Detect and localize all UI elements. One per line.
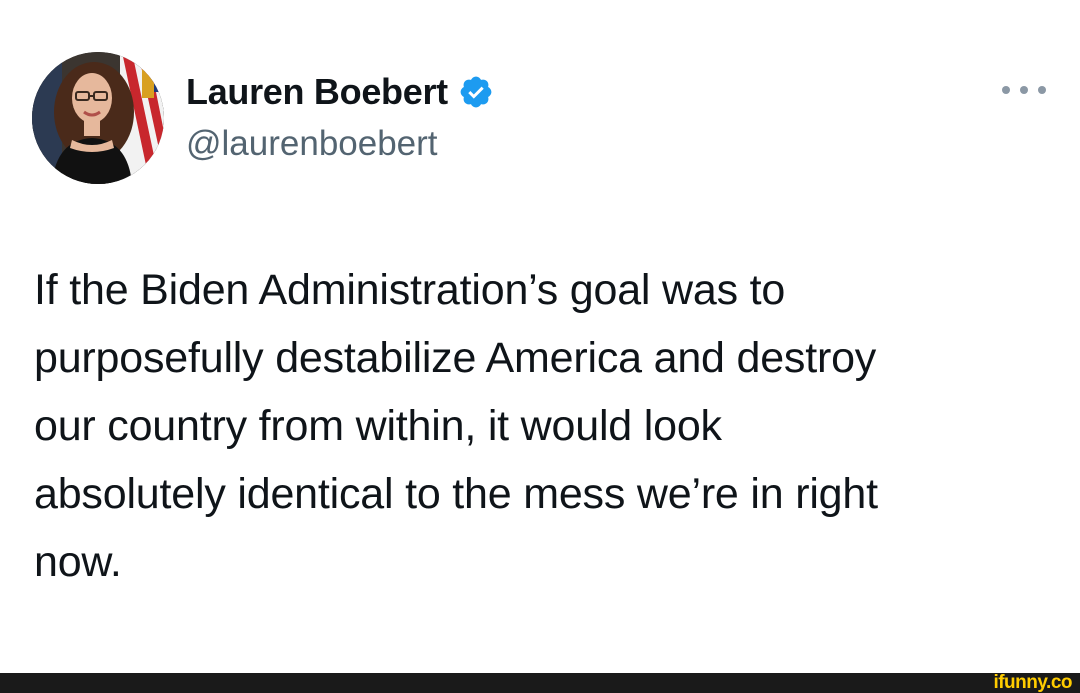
tweet-card: Lauren Boebert @laurenboebert If the Bid…: [0, 0, 1080, 673]
verified-badge-icon: [458, 74, 494, 110]
avatar[interactable]: [32, 52, 164, 184]
watermark-bar: ifunny.co: [0, 673, 1080, 693]
watermark-logo: ifunny.co: [993, 672, 1072, 693]
display-name-row: Lauren Boebert: [186, 68, 494, 116]
more-dot: [1038, 86, 1046, 94]
user-handle[interactable]: @laurenboebert: [186, 124, 438, 164]
more-dot: [1020, 86, 1028, 94]
display-name[interactable]: Lauren Boebert: [186, 71, 448, 113]
avatar-image: [32, 52, 164, 184]
more-horizontal-icon[interactable]: [1002, 80, 1046, 100]
tweet-text: If the Biden Administration’s goal was t…: [34, 266, 878, 586]
more-dot: [1002, 86, 1010, 94]
